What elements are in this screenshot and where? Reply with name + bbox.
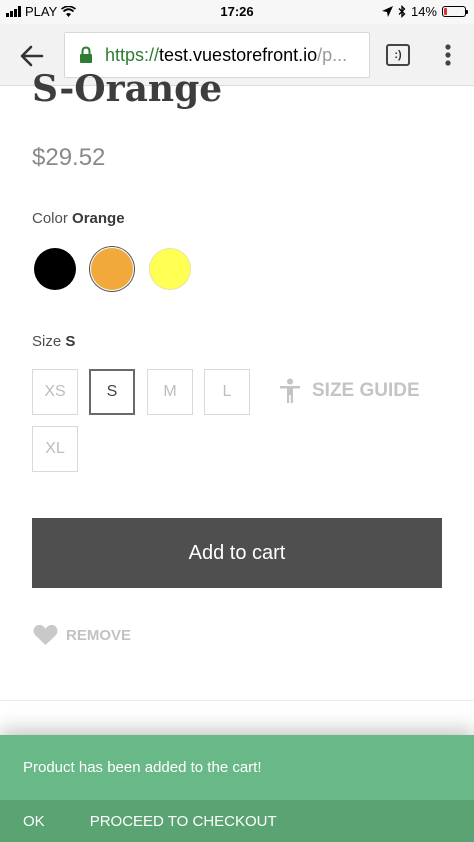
color-swatch-black[interactable] [34,248,76,290]
battery-fill [444,8,447,15]
size-option-l[interactable]: L [204,369,250,415]
color-label: Color Orange [32,210,125,227]
battery-percent: 14% [410,4,437,19]
url-host: test.vuestorefront.io [159,44,318,65]
toast-ok-button[interactable]: OK [23,813,45,830]
lock-icon [80,46,92,63]
proceed-to-checkout-button[interactable]: PROCEED TO CHECKOUT [90,813,277,830]
url-path: /p... [317,44,348,65]
add-to-cart-button[interactable]: Add to cart [32,518,442,588]
toast-message: Product has been added to the cart! [0,735,474,800]
battery-icon [442,6,468,17]
color-swatch-orange[interactable] [91,248,133,290]
more-options-icon[interactable] [440,42,456,68]
back-arrow-icon[interactable] [18,42,46,70]
product-price: $29.52 [32,144,106,171]
notification-toast: Product has been added to the cart! OK P… [0,735,474,842]
section-divider [0,700,474,701]
remove-label: REMOVE [66,626,132,644]
bluetooth-icon [398,5,406,18]
size-value: S [65,333,76,350]
size-option-xl[interactable]: XL [32,426,78,472]
size-option-xs[interactable]: XS [32,369,78,415]
color-value: Orange [72,210,125,227]
size-label-text: Size [32,333,62,350]
status-bar: PLAY 17:26 14% [0,0,474,24]
url-scheme: https:// [105,44,160,65]
heart-icon [33,624,58,645]
size-option-m[interactable]: M [147,369,193,415]
size-guide-label: SIZE GUIDE [312,380,420,401]
product-title: S-Orange [32,68,223,110]
toast-actions: OK PROCEED TO CHECKOUT [0,800,474,842]
tabs-button[interactable]: :) [386,44,410,66]
size-guide-link[interactable]: SIZE GUIDE [278,378,420,404]
color-swatch-yellow[interactable] [149,248,191,290]
url-text: https://test.vuestorefront.io/p... [105,45,347,66]
color-label-text: Color [32,210,68,227]
remove-wishlist-button[interactable]: REMOVE [33,624,131,646]
location-icon [381,6,393,17]
status-right: 14% [381,4,468,19]
person-icon [280,378,300,403]
size-option-s[interactable]: S [89,369,135,415]
size-label: Size S [32,333,75,350]
